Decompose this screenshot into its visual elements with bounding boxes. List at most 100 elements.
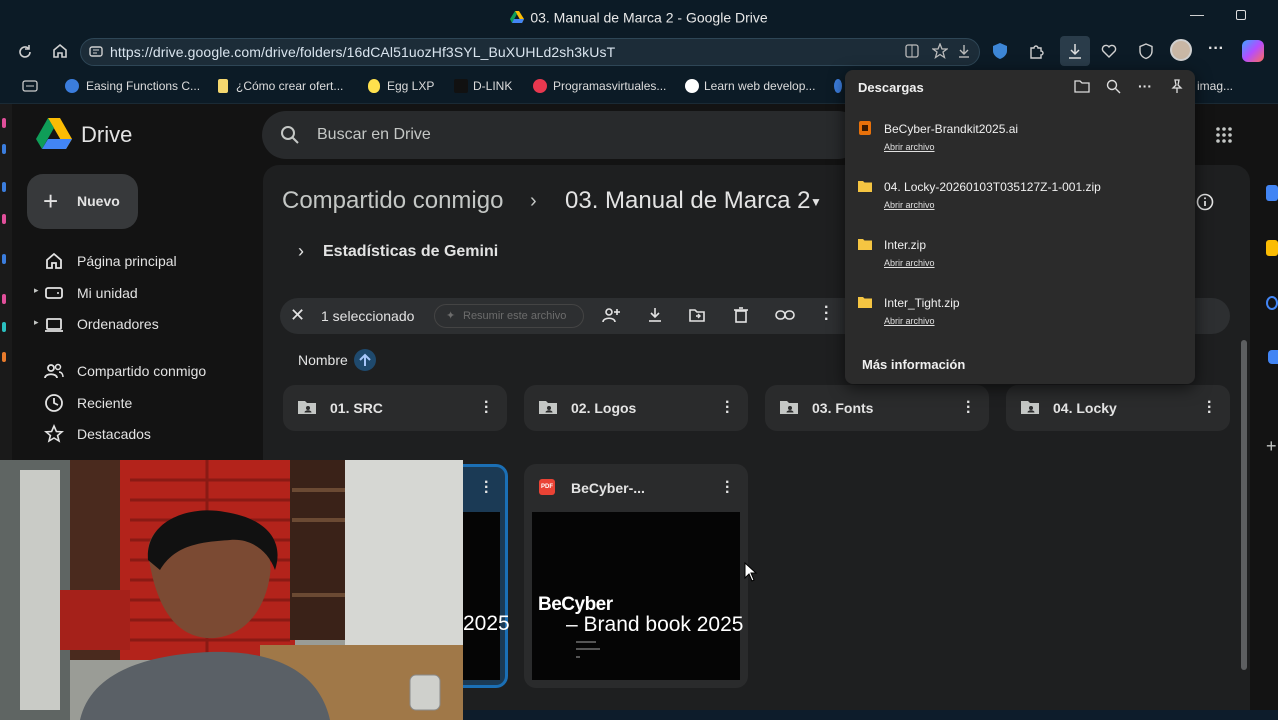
download-item-name[interactable]: BeCyber-Brandkit2025.ai (884, 122, 1018, 136)
file-more-icon[interactable]: · · · (725, 475, 730, 501)
reload-icon[interactable] (16, 43, 34, 61)
download-item-name[interactable]: Inter.zip (884, 238, 926, 252)
nav-recent[interactable]: Reciente (77, 395, 132, 411)
expand-arrow-icon[interactable]: ▸ (34, 317, 39, 328)
extensions-puzzle-icon[interactable] (1027, 42, 1045, 60)
folder-name[interactable]: 04. Locky (1053, 400, 1117, 416)
apps-grid-icon[interactable] (1215, 126, 1233, 144)
minimize-button[interactable]: — (1190, 6, 1204, 22)
home-icon[interactable] (51, 42, 69, 60)
nav-home[interactable]: Página principal (77, 253, 177, 269)
more-actions-icon[interactable]: · · · (824, 300, 829, 328)
file-more-icon[interactable]: · · · (484, 475, 489, 501)
edge-favicon-icon (834, 79, 842, 93)
bookmark-learn-web-develop[interactable]: Learn web develop... (704, 79, 815, 93)
open-downloads-folder-icon[interactable] (1074, 79, 1090, 93)
gemini-stats-toggle[interactable]: Estadísticas de Gemini (323, 243, 498, 261)
window-title: 03. Manual de Marca 2 - Google Drive (0, 8, 1278, 25)
downloads-icon[interactable] (1066, 42, 1084, 60)
more-info-link[interactable]: Más información (862, 357, 965, 372)
info-icon[interactable] (1196, 193, 1214, 211)
url-text[interactable]: https://drive.google.com/drive/folders/1… (110, 44, 615, 60)
expand-arrow-icon[interactable]: ▸ (34, 285, 39, 296)
gemini-expand-chevron-icon[interactable]: › (298, 241, 304, 262)
arrow-up-icon[interactable] (359, 353, 371, 367)
breadcrumb-parent[interactable]: Compartido conmigo (282, 187, 503, 215)
bookmark-easing-functions[interactable]: Easing Functions C... (86, 79, 200, 93)
plus-icon[interactable]: + (43, 188, 58, 214)
breadcrumb-current[interactable]: 03. Manual de Marca 2 (565, 187, 810, 215)
clear-selection-close-icon[interactable]: ✕ (290, 305, 305, 326)
download-icon[interactable] (646, 306, 664, 324)
left-edge-strip (0, 104, 12, 464)
copy-link-icon[interactable] (775, 308, 795, 322)
bookmark-imag[interactable]: imag... (1197, 79, 1233, 93)
bookmark-egg-lxp[interactable]: Egg LXP (387, 79, 434, 93)
open-file-link[interactable]: Abrir archivo (884, 316, 935, 326)
settings-more-icon[interactable]: ··· (1208, 40, 1224, 58)
browser-essentials-icon[interactable] (1137, 42, 1155, 60)
site-info-icon[interactable] (88, 43, 104, 59)
folder-name[interactable]: 03. Fonts (812, 400, 873, 416)
download-page-icon[interactable] (956, 43, 972, 59)
delete-trash-icon[interactable] (733, 306, 749, 324)
nav-computers[interactable]: Ordenadores (77, 316, 159, 332)
health-heart-icon[interactable] (1100, 42, 1118, 60)
folder-more-icon[interactable]: · · · (966, 395, 971, 421)
drive-logo-icon (36, 118, 72, 149)
folder-more-icon[interactable]: · · · (484, 395, 489, 421)
file-name[interactable]: BeCyber-... (571, 480, 645, 496)
folder-name[interactable]: 02. Logos (571, 400, 636, 416)
shared-folder-icon (780, 401, 798, 414)
vertical-scrollbar[interactable] (1241, 340, 1247, 670)
sort-by-name-label[interactable]: Nombre (298, 352, 348, 368)
nav-starred[interactable]: Destacados (77, 426, 151, 442)
pin-panel-icon[interactable] (1170, 79, 1184, 94)
copilot-icon[interactable] (1242, 40, 1264, 62)
folder-more-icon[interactable]: · · · (1207, 395, 1212, 421)
my-drive-icon (45, 287, 63, 299)
downloads-more-options-icon[interactable]: ··· (1138, 78, 1152, 94)
nav-my-drive[interactable]: Mi unidad (77, 285, 138, 301)
search-placeholder[interactable]: Buscar en Drive (317, 126, 431, 144)
summarize-file-label[interactable]: Resumir este archivo (463, 310, 566, 322)
dlink-favicon-icon (454, 79, 468, 93)
open-file-link[interactable]: Abrir archivo (884, 142, 935, 152)
bookmark-programasvirtuales[interactable]: Programasvirtuales... (553, 79, 666, 93)
keep-app-icon[interactable] (1266, 240, 1278, 256)
search-icon[interactable] (280, 125, 300, 145)
shared-folder-icon (1021, 401, 1039, 414)
add-app-plus-icon[interactable]: + (1266, 436, 1277, 457)
drive-app-name[interactable]: Drive (81, 122, 132, 148)
profile-avatar[interactable] (1170, 39, 1192, 61)
open-file-link[interactable]: Abrir archivo (884, 200, 935, 210)
bookmark-crear-ofertas[interactable]: ¿Cómo crear ofert... (236, 79, 343, 93)
share-add-person-icon[interactable] (601, 306, 621, 324)
strip-mark (2, 322, 6, 332)
file-thumbnail[interactable] (463, 512, 500, 680)
maximize-button[interactable] (1236, 10, 1246, 20)
programasvirtuales-favicon-icon (533, 79, 547, 93)
bookmarks-menu-icon[interactable] (22, 80, 38, 92)
downloads-panel (845, 70, 1195, 384)
bookmark-dlink[interactable]: D-LINK (473, 79, 512, 93)
new-button-label[interactable]: Nuevo (77, 193, 120, 209)
favorite-star-icon[interactable] (932, 43, 948, 59)
contacts-app-icon[interactable] (1268, 350, 1278, 364)
app-available-icon[interactable] (904, 43, 920, 59)
tasks-app-icon[interactable] (1266, 296, 1278, 310)
search-downloads-icon[interactable] (1106, 79, 1121, 94)
move-to-folder-icon[interactable] (688, 306, 706, 324)
calendar-app-icon[interactable] (1266, 185, 1278, 201)
folder-name[interactable]: 01. SRC (330, 400, 383, 416)
folder-menu-dropdown-icon[interactable]: ▼ (810, 195, 822, 209)
shield-extension-icon[interactable] (990, 41, 1010, 61)
shared-people-icon (44, 363, 64, 379)
nav-shared-with-me[interactable]: Compartido conmigo (77, 363, 206, 379)
sparkle-icon: ✦ (446, 310, 456, 322)
strip-mark (2, 294, 6, 304)
download-item-name[interactable]: Inter_Tight.zip (884, 296, 960, 310)
download-item-name[interactable]: 04. Locky-20260103T035127Z-1-001.zip (884, 180, 1101, 194)
open-file-link[interactable]: Abrir archivo (884, 258, 935, 268)
folder-more-icon[interactable]: · · · (725, 395, 730, 421)
